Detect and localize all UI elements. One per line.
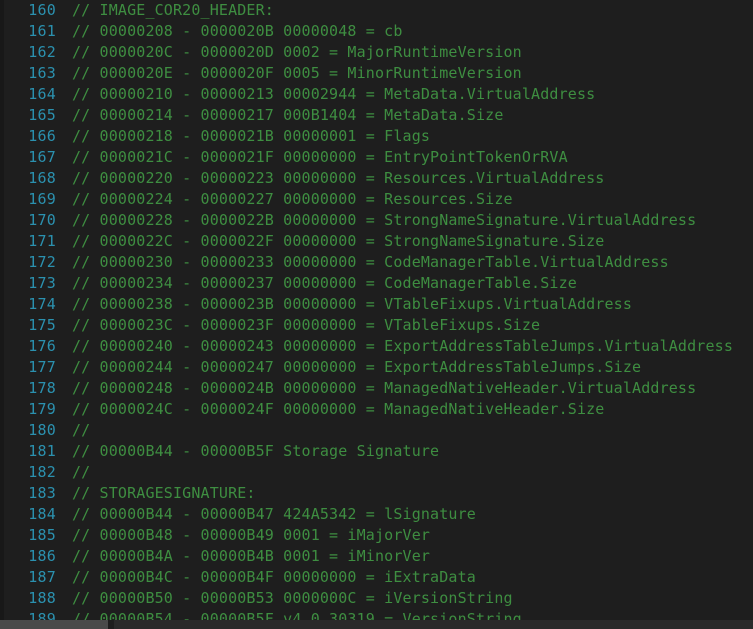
line-number: 184 bbox=[28, 505, 56, 523]
code-line[interactable]: 186 // 00000B4A - 00000B4B 0001 = iMinorV… bbox=[0, 546, 753, 567]
code-line[interactable]: 164 // 00000210 - 00000213 00002944 = Met… bbox=[0, 84, 753, 105]
code-line[interactable]: 161 // 00000208 - 0000020B 00000048 = cb bbox=[0, 21, 753, 42]
code-line-text: // bbox=[72, 463, 91, 481]
line-number: 187 bbox=[28, 568, 56, 586]
code-line-text: // 00000B44 - 00000B5F Storage Signature bbox=[72, 442, 440, 460]
code-line[interactable]: 168 // 00000220 - 00000223 00000000 = Res… bbox=[0, 168, 753, 189]
line-number: 179 bbox=[28, 400, 56, 418]
line-number: 169 bbox=[28, 190, 56, 208]
code-line-text: // STORAGESIGNATURE: bbox=[72, 484, 256, 502]
code-line[interactable]: 174 // 00000238 - 0000023B 00000000 = VTa… bbox=[0, 294, 753, 315]
line-number: 175 bbox=[28, 316, 56, 334]
code-line[interactable]: 162 // 0000020C - 0000020D 0002 = MajorRu… bbox=[0, 42, 753, 63]
code-line[interactable]: 189 // 00000B54 - 00000B5F v4.0.30319 = V… bbox=[0, 609, 753, 620]
code-line-text: // 00000210 - 00000213 00002944 = MetaDa… bbox=[72, 85, 596, 103]
code-line-text: // 00000B54 - 00000B5F v4.0.30319 = Vers… bbox=[72, 610, 522, 620]
code-line[interactable]: 170 // 00000228 - 0000022B 00000000 = Str… bbox=[0, 210, 753, 231]
line-number: 188 bbox=[28, 589, 56, 607]
line-number: 161 bbox=[28, 22, 56, 40]
code-line[interactable]: 169 // 00000224 - 00000227 00000000 = Res… bbox=[0, 189, 753, 210]
code-line-text: // IMAGE_COR20_HEADER: bbox=[72, 1, 274, 19]
code-line-text: // 00000230 - 00000233 00000000 = CodeMa… bbox=[72, 253, 669, 271]
code-line[interactable]: 165 // 00000214 - 00000217 000B1404 = Met… bbox=[0, 105, 753, 126]
horizontal-scroll-thumb[interactable] bbox=[0, 620, 108, 629]
line-number: 177 bbox=[28, 358, 56, 376]
code-line[interactable]: 176 // 00000240 - 00000243 00000000 = Exp… bbox=[0, 336, 753, 357]
code-line-text: // 00000208 - 0000020B 00000048 = cb bbox=[72, 22, 403, 40]
code-line[interactable]: 178 // 00000248 - 0000024B 00000000 = Man… bbox=[0, 378, 753, 399]
code-line-text: // 0000020E - 0000020F 0005 = MinorRunti… bbox=[72, 64, 522, 82]
code-line[interactable]: 184 // 00000B44 - 00000B47 424A5342 = lSi… bbox=[0, 504, 753, 525]
code-line[interactable]: 181 // 00000B44 - 00000B5F Storage Signat… bbox=[0, 441, 753, 462]
code-editor: 160 // IMAGE_COR20_HEADER: 161 // 00000208 … bbox=[0, 0, 753, 629]
code-line[interactable]: 179 // 0000024C - 0000024F 00000000 = Man… bbox=[0, 399, 753, 420]
line-number: 171 bbox=[28, 232, 56, 250]
code-line[interactable]: 175 // 0000023C - 0000023F 00000000 = VTa… bbox=[0, 315, 753, 336]
horizontal-scrollbar-gap bbox=[108, 620, 114, 629]
code-line[interactable]: 166 // 00000218 - 0000021B 00000001 = Fla… bbox=[0, 126, 753, 147]
line-number: 167 bbox=[28, 148, 56, 166]
code-line-text: // 00000240 - 00000243 00000000 = Export… bbox=[72, 337, 734, 355]
code-line[interactable]: 182 // bbox=[0, 462, 753, 483]
horizontal-scrollbar[interactable] bbox=[0, 620, 753, 629]
code-line[interactable]: 177 // 00000244 - 00000247 00000000 = Exp… bbox=[0, 357, 753, 378]
code-line-text: // 0000023C - 0000023F 00000000 = VTable… bbox=[72, 316, 541, 334]
code-line[interactable]: 167 // 0000021C - 0000021F 00000000 = Ent… bbox=[0, 147, 753, 168]
line-number: 180 bbox=[28, 421, 56, 439]
code-line-text: // 00000B4C - 00000B4F 00000000 = iExtra… bbox=[72, 568, 476, 586]
line-number: 173 bbox=[28, 274, 56, 292]
code-line-text: // 00000234 - 00000237 00000000 = CodeMa… bbox=[72, 274, 577, 292]
line-number: 163 bbox=[28, 64, 56, 82]
line-number: 185 bbox=[28, 526, 56, 544]
code-line[interactable]: 171 // 0000022C - 0000022F 00000000 = Str… bbox=[0, 231, 753, 252]
line-number: 168 bbox=[28, 169, 56, 187]
code-text-area[interactable]: 160 // IMAGE_COR20_HEADER: 161 // 00000208 … bbox=[0, 0, 753, 620]
code-line-text: // 0000022C - 0000022F 00000000 = Strong… bbox=[72, 232, 605, 250]
code-line-text: // 00000244 - 00000247 00000000 = Export… bbox=[72, 358, 642, 376]
code-line-text: // 00000B4A - 00000B4B 0001 = iMinorVer bbox=[72, 547, 431, 565]
code-line-text: // 00000B48 - 00000B49 0001 = iMajorVer bbox=[72, 526, 431, 544]
code-line[interactable]: 180 // bbox=[0, 420, 753, 441]
code-line-text: // 00000B50 - 00000B53 0000000C = iVersi… bbox=[72, 589, 513, 607]
code-line[interactable]: 163 // 0000020E - 0000020F 0005 = MinorRu… bbox=[0, 63, 753, 84]
line-number: 160 bbox=[28, 1, 56, 19]
line-number: 189 bbox=[28, 610, 56, 620]
code-line-text: // 00000238 - 0000023B 00000000 = VTable… bbox=[72, 295, 633, 313]
line-number: 166 bbox=[28, 127, 56, 145]
code-line-text: // 0000024C - 0000024F 00000000 = Manage… bbox=[72, 400, 605, 418]
code-line-text: // 00000228 - 0000022B 00000000 = Strong… bbox=[72, 211, 697, 229]
code-line[interactable]: 188 // 00000B50 - 00000B53 0000000C = iVe… bbox=[0, 588, 753, 609]
line-number: 181 bbox=[28, 442, 56, 460]
line-number: 182 bbox=[28, 463, 56, 481]
line-number: 176 bbox=[28, 337, 56, 355]
line-number: 186 bbox=[28, 547, 56, 565]
code-line-text: // 00000224 - 00000227 00000000 = Resour… bbox=[72, 190, 513, 208]
code-line[interactable]: 160 // IMAGE_COR20_HEADER: bbox=[0, 0, 753, 21]
line-number: 165 bbox=[28, 106, 56, 124]
code-line-text: // 0000020C - 0000020D 0002 = MajorRunti… bbox=[72, 43, 522, 61]
code-line-text: // 00000218 - 0000021B 00000001 = Flags bbox=[72, 127, 431, 145]
code-line[interactable]: 185 // 00000B48 - 00000B49 0001 = iMajorV… bbox=[0, 525, 753, 546]
code-line[interactable]: 183 // STORAGESIGNATURE: bbox=[0, 483, 753, 504]
code-line-text: // 00000248 - 0000024B 00000000 = Manage… bbox=[72, 379, 697, 397]
line-number: 178 bbox=[28, 379, 56, 397]
code-line[interactable]: 187 // 00000B4C - 00000B4F 00000000 = iEx… bbox=[0, 567, 753, 588]
code-line-text: // 00000B44 - 00000B47 424A5342 = lSigna… bbox=[72, 505, 476, 523]
line-number: 162 bbox=[28, 43, 56, 61]
code-line[interactable]: 172 // 00000230 - 00000233 00000000 = Cod… bbox=[0, 252, 753, 273]
code-line[interactable]: 173 // 00000234 - 00000237 00000000 = Cod… bbox=[0, 273, 753, 294]
code-line-text: // 00000220 - 00000223 00000000 = Resour… bbox=[72, 169, 605, 187]
code-line-text: // 00000214 - 00000217 000B1404 = MetaDa… bbox=[72, 106, 504, 124]
line-number: 172 bbox=[28, 253, 56, 271]
line-number: 174 bbox=[28, 295, 56, 313]
line-number: 164 bbox=[28, 85, 56, 103]
code-line-text: // bbox=[72, 421, 91, 439]
code-line-text: // 0000021C - 0000021F 00000000 = EntryP… bbox=[72, 148, 568, 166]
line-number: 183 bbox=[28, 484, 56, 502]
line-number: 170 bbox=[28, 211, 56, 229]
